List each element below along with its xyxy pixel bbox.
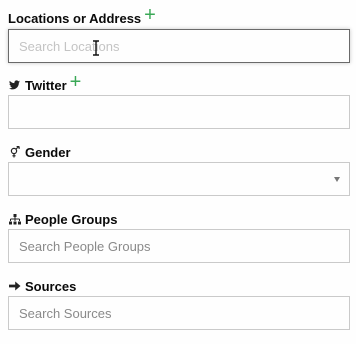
text-cursor-icon <box>93 40 99 56</box>
people-groups-field: People Groups <box>8 210 350 263</box>
people-groups-search-input[interactable] <box>8 229 350 263</box>
twitter-label: Twitter <box>25 77 67 93</box>
twitter-icon <box>8 79 21 92</box>
gender-label-row: Gender <box>8 143 350 161</box>
gender-field: Gender <box>8 143 350 196</box>
sitemap-icon <box>8 213 21 226</box>
people-groups-label: People Groups <box>25 211 118 227</box>
sources-search-input[interactable] <box>8 296 350 330</box>
locations-label: Locations or Address <box>8 10 142 26</box>
gender-select[interactable] <box>8 162 350 196</box>
contact-form: Locations or Address + Twitter + <box>0 0 356 344</box>
arrow-right-icon <box>8 280 21 293</box>
chevron-down-icon <box>334 177 340 182</box>
twitter-field: Twitter + <box>8 72 350 129</box>
locations-search-input[interactable] <box>8 29 350 63</box>
people-groups-label-row: People Groups <box>8 210 350 228</box>
gender-icon <box>8 146 21 159</box>
twitter-input[interactable] <box>8 95 350 129</box>
sources-label: Sources <box>25 278 77 294</box>
sources-label-row: Sources <box>8 277 350 295</box>
twitter-label-row: Twitter + <box>8 72 350 94</box>
add-twitter-plus-icon[interactable]: + <box>70 72 82 92</box>
add-location-plus-icon[interactable]: + <box>144 5 156 25</box>
locations-field: Locations or Address + <box>8 5 350 63</box>
locations-label-row: Locations or Address + <box>8 5 350 27</box>
gender-label: Gender <box>25 144 71 160</box>
sources-field: Sources <box>8 277 350 330</box>
